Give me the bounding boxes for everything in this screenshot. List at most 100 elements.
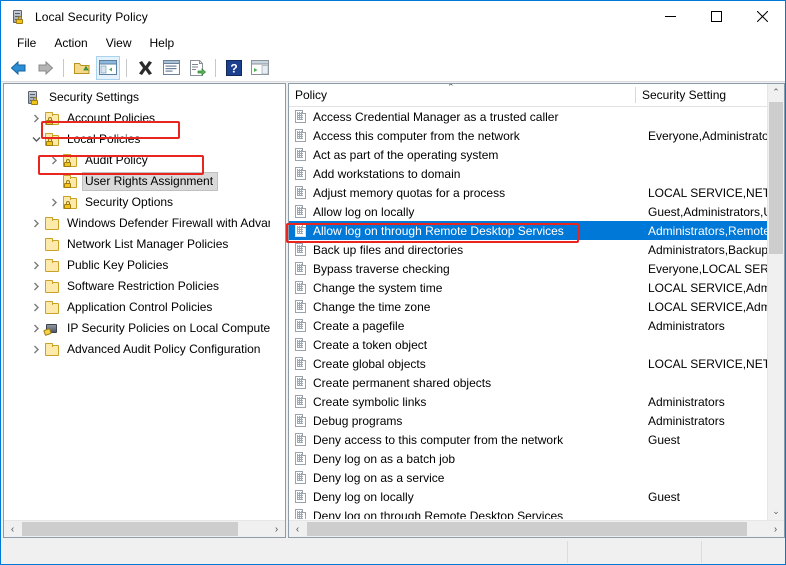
table-row[interactable]: Back up files and directoriesAdministrat… (289, 240, 767, 259)
table-row[interactable]: Allow log on through Remote Desktop Serv… (289, 221, 767, 240)
tree-item-label: IP Security Policies on Local Computer (64, 319, 270, 338)
close-button[interactable] (739, 1, 785, 32)
menu-help[interactable]: Help (141, 34, 184, 53)
table-row[interactable]: Adjust memory quotas for a processLOCAL … (289, 183, 767, 202)
tree-hscroll-right-arrow[interactable]: › (268, 521, 285, 537)
tree-item-advanced-audit-policy-configuration[interactable]: Advanced Audit Policy Configuration (4, 339, 270, 360)
tree-hscroll-thumb[interactable] (22, 522, 238, 536)
tree-item-local-policies[interactable]: Local Policies (4, 129, 270, 150)
menu-view[interactable]: View (97, 34, 141, 53)
chevron-right-icon[interactable] (28, 300, 44, 316)
list-hscroll-left-arrow[interactable]: ‹ (289, 521, 306, 537)
policy-setting-icon (293, 242, 309, 258)
chevron-down-icon[interactable] (28, 132, 44, 148)
table-row[interactable]: Deny access to this computer from the ne… (289, 430, 767, 449)
tree-item-network-list-manager-policies[interactable]: Network List Manager Policies (4, 234, 270, 255)
tree-item-user-rights-assignment[interactable]: User Rights Assignment (4, 171, 270, 192)
policy-setting-icon (293, 204, 309, 220)
table-row[interactable]: Debug programsAdministrators (289, 411, 767, 430)
tree-item-security-settings[interactable]: Security Settings (4, 87, 270, 108)
tree-horizontal-scrollbar[interactable]: ‹ › (4, 520, 285, 537)
table-row[interactable]: Deny log on through Remote Desktop Servi… (289, 506, 767, 519)
tree-item-security-options[interactable]: Security Options (4, 192, 270, 213)
maximize-button[interactable] (693, 1, 739, 32)
delete-button[interactable] (133, 56, 157, 80)
chevron-right-icon[interactable] (28, 321, 44, 337)
tree-item-application-control-policies[interactable]: Application Control Policies (4, 297, 270, 318)
chevron-right-icon[interactable] (28, 111, 44, 127)
list-vscroll-up-arrow[interactable]: ⌃ (768, 84, 784, 101)
table-row[interactable]: Create a pagefileAdministrators (289, 316, 767, 335)
chevron-right-icon[interactable] (28, 216, 44, 232)
tree-item-label: Security Settings (46, 88, 144, 107)
table-row[interactable]: Create symbolic linksAdministrators (289, 392, 767, 411)
policy-setting-icon (293, 470, 309, 486)
tree-item-account-policies[interactable]: Account Policies (4, 108, 270, 129)
console-tree[interactable]: Security Settings Account PoliciesLocal P… (4, 84, 270, 519)
security-setting-cell: LOCAL SERVICE,NETWO (648, 357, 767, 371)
table-row[interactable]: Add workstations to domain (289, 164, 767, 183)
tree-spacer (46, 174, 62, 190)
policy-setting-icon (293, 280, 309, 296)
tree-item-audit-policy[interactable]: Audit Policy (4, 150, 270, 171)
back-button[interactable] (7, 56, 31, 80)
forward-button[interactable] (33, 56, 57, 80)
table-row[interactable]: Allow log on locallyGuest,Administrators… (289, 202, 767, 221)
minimize-button[interactable] (647, 1, 693, 32)
table-row[interactable]: Act as part of the operating system (289, 145, 767, 164)
window-controls (647, 1, 785, 32)
security-setting-cell: Guest,Administrators,Us (648, 205, 767, 219)
table-row[interactable]: Deny log on as a batch job (289, 449, 767, 468)
policy-setting-icon (293, 261, 309, 277)
security-policy-icon (11, 9, 27, 25)
up-one-level-button[interactable] (70, 56, 94, 80)
export-list-button[interactable] (185, 56, 209, 80)
table-row[interactable]: Deny log on as a service (289, 468, 767, 487)
security-setting-cell: Administrators (648, 319, 767, 333)
table-row[interactable]: Change the system timeLOCAL SERVICE,Admi… (289, 278, 767, 297)
list-horizontal-scrollbar[interactable]: ‹ › (289, 520, 784, 537)
table-row[interactable]: Deny log on locallyGuest (289, 487, 767, 506)
table-row[interactable]: Create global objectsLOCAL SERVICE,NETWO (289, 354, 767, 373)
tree-item-software-restriction-policies[interactable]: Software Restriction Policies (4, 276, 270, 297)
chevron-right-icon[interactable] (28, 258, 44, 274)
list-vscroll-thumb[interactable] (769, 102, 783, 254)
status-bar (2, 541, 784, 563)
folder-icon (44, 258, 60, 274)
properties-button[interactable] (159, 56, 183, 80)
column-header-policy[interactable]: Policy ⌃ (289, 84, 636, 106)
menu-action[interactable]: Action (45, 34, 96, 53)
tree-item-public-key-policies[interactable]: Public Key Policies (4, 255, 270, 276)
policy-list[interactable]: Access Credential Manager as a trusted c… (289, 107, 767, 519)
folder-lock-icon (62, 153, 78, 169)
table-row[interactable]: Create a token object (289, 335, 767, 354)
column-header-security-setting-label: Security Setting (642, 88, 726, 102)
list-hscroll-thumb[interactable] (307, 522, 747, 536)
show-action-pane-button[interactable] (248, 56, 272, 80)
table-row[interactable]: Bypass traverse checkingEveryone,LOCAL S… (289, 259, 767, 278)
list-hscroll-right-arrow[interactable]: › (767, 521, 784, 537)
help-button[interactable]: ? (222, 56, 246, 80)
security-setting-cell: LOCAL SERVICE,Admini (648, 281, 767, 295)
tree-item-ip-security-policies-on-local-computer[interactable]: IP Security Policies on Local Computer (4, 318, 270, 339)
list-vscroll-down-arrow[interactable]: ⌄ (768, 503, 784, 520)
chevron-right-icon[interactable] (46, 153, 62, 169)
table-row[interactable]: Access this computer from the networkEve… (289, 126, 767, 145)
tree-item-windows-defender-firewall-with-advanced-s[interactable]: Windows Defender Firewall with Advanced … (4, 213, 270, 234)
status-pane-3 (702, 541, 784, 563)
tree-hscroll-left-arrow[interactable]: ‹ (4, 521, 21, 537)
chevron-right-icon[interactable] (28, 342, 44, 358)
folder-icon (44, 300, 60, 316)
chevron-right-icon[interactable] (46, 195, 62, 211)
table-row[interactable]: Change the time zoneLOCAL SERVICE,Admini (289, 297, 767, 316)
menu-file[interactable]: File (8, 34, 45, 53)
chevron-right-icon[interactable] (28, 279, 44, 295)
table-row[interactable]: Create permanent shared objects (289, 373, 767, 392)
column-header-security-setting[interactable]: Security Setting (636, 84, 767, 106)
show-hide-console-tree-button[interactable] (96, 56, 120, 80)
tree-item-label: Account Policies (64, 109, 160, 128)
tree-item-label: Audit Policy (82, 151, 153, 170)
policy-setting-icon (293, 432, 309, 448)
table-row[interactable]: Access Credential Manager as a trusted c… (289, 107, 767, 126)
list-vertical-scrollbar[interactable]: ⌃ ⌄ (767, 84, 784, 520)
